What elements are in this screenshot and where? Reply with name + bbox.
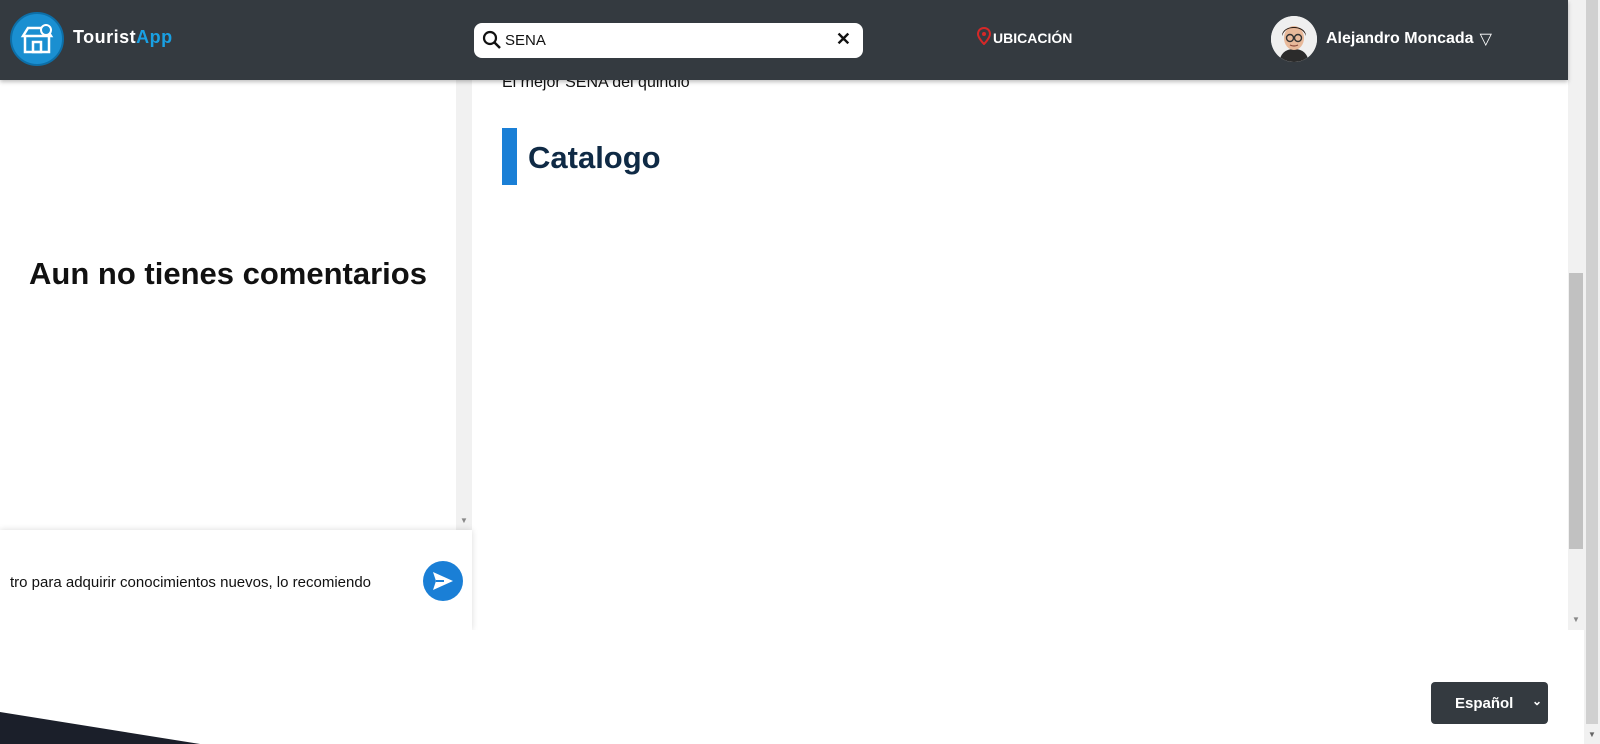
avatar <box>1271 16 1317 62</box>
catalog-accent-bar <box>502 128 517 185</box>
search-bar: ✕ <box>474 23 863 58</box>
comment-input[interactable] <box>10 570 410 594</box>
main-content: El mejor SENA del quindio Catalogo <box>472 0 1568 630</box>
chevron-down-icon: ⌄ <box>1531 694 1542 708</box>
no-comments-message: Aun no tienes comentarios <box>29 256 427 291</box>
language-selected-value: Español <box>1455 694 1514 712</box>
brand-name[interactable]: TouristApp <box>73 27 173 48</box>
comments-panel: Aun no tienes comentarios <box>0 80 456 530</box>
page-footer: Español ⌄ <box>0 630 1584 744</box>
location-link[interactable]: UBICACIÓN <box>977 27 1073 46</box>
main-scrollbar-thumb[interactable] <box>1569 273 1583 549</box>
map-pin-icon <box>977 27 991 45</box>
chevron-down-icon: ▽ <box>1479 31 1492 48</box>
app-logo[interactable] <box>10 12 64 66</box>
send-icon <box>433 572 453 590</box>
main-scrollbar[interactable]: ▼ <box>1568 0 1584 630</box>
scroll-down-arrow-icon[interactable]: ▼ <box>1588 730 1596 739</box>
page-scrollbar[interactable]: ▼ <box>1584 0 1600 744</box>
user-name: Alejandro Moncada <box>1326 30 1474 47</box>
search-icon <box>482 30 501 49</box>
top-navbar: TouristApp ✕ UBICACIÓN Alej <box>0 0 1568 80</box>
footer-decoration <box>0 712 200 744</box>
send-comment-button[interactable] <box>423 561 463 601</box>
location-label: UBICACIÓN <box>993 30 1073 46</box>
catalog-heading: Catalogo <box>528 140 661 175</box>
search-input[interactable] <box>505 29 825 51</box>
clear-search-icon[interactable]: ✕ <box>836 29 851 50</box>
page-scrollbar-thumb[interactable] <box>1586 0 1598 724</box>
brand-name-part2: App <box>136 27 173 47</box>
scroll-down-arrow-icon[interactable]: ▼ <box>460 516 468 525</box>
user-menu[interactable]: Alejandro Moncada ▽ <box>1271 16 1492 62</box>
brand-name-part1: Tourist <box>73 27 137 47</box>
language-select[interactable]: Español ⌄ <box>1431 682 1548 724</box>
store-icon <box>20 24 54 54</box>
scroll-down-arrow-icon[interactable]: ▼ <box>1572 615 1580 624</box>
comment-composer <box>0 530 472 630</box>
